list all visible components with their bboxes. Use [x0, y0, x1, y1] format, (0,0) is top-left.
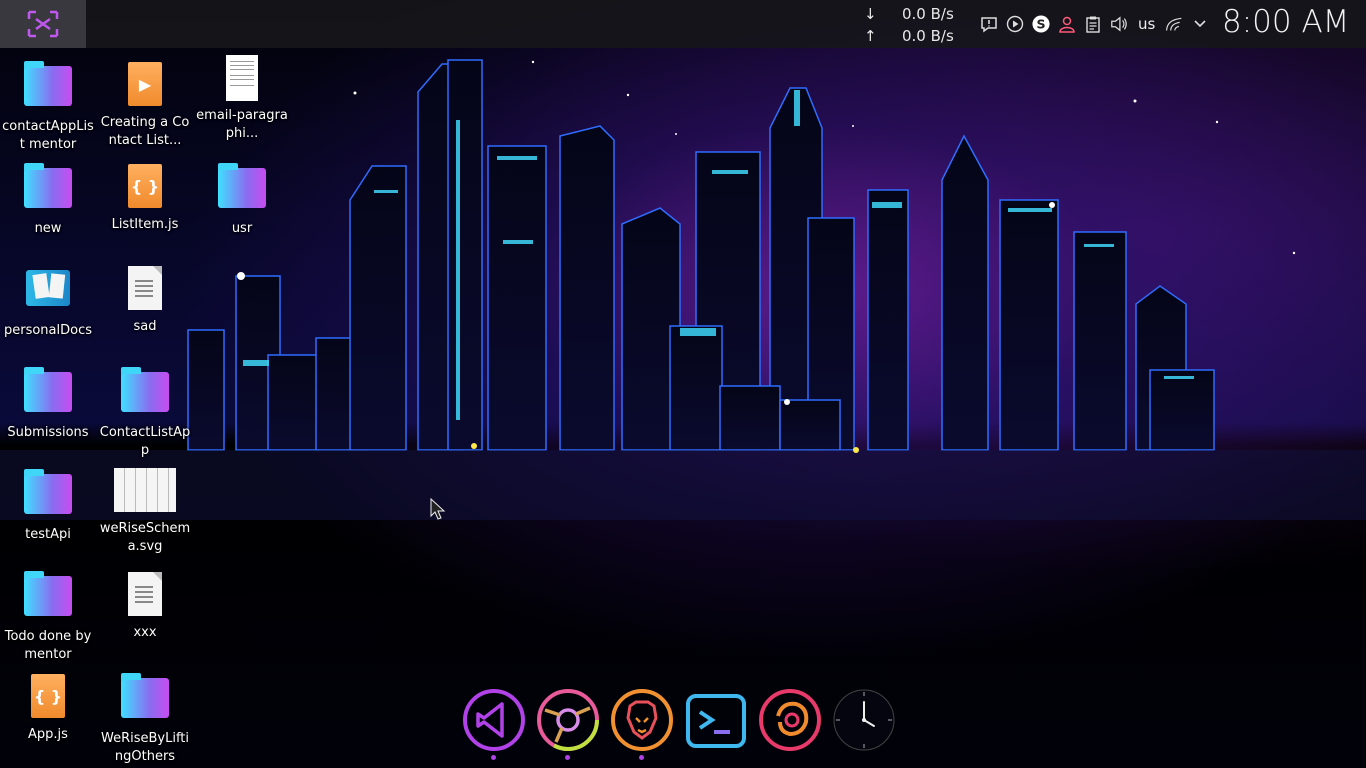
running-indicator — [565, 755, 570, 760]
desktop-item-sad[interactable]: sad — [97, 264, 193, 336]
desktop-item-label: xxx — [133, 625, 157, 640]
terminal-icon — [686, 694, 746, 748]
desktop-item-label: email-paragraphi... — [196, 108, 288, 141]
desktop-item-contactlistapp[interactable]: ContactListApp — [97, 366, 193, 460]
js-file-icon: { } — [24, 674, 72, 722]
desktop-item-email-paragraphi[interactable]: email-paragraphi... — [194, 55, 290, 143]
dock-item-terminal[interactable] — [684, 688, 748, 752]
dock-item-brave[interactable] — [610, 688, 674, 760]
desktop-item-testapi[interactable]: testApi — [0, 468, 96, 544]
desktop-item-submissions[interactable]: Submissions — [0, 366, 96, 442]
desktop-item-listitem-js[interactable]: { } ListItem.js — [97, 162, 193, 234]
network-speed-widget[interactable]: ↓ 0.0 B/s ↑ 0.0 B/s — [860, 3, 970, 47]
text-file-icon — [121, 572, 169, 620]
desktop-item-label: Creating a Contact List... — [100, 115, 190, 148]
running-indicator — [491, 755, 496, 760]
vscode-icon — [463, 689, 525, 751]
folder-icon — [121, 673, 169, 726]
media-player-icon[interactable] — [1006, 15, 1024, 33]
upload-arrow-icon: ↑ — [864, 27, 877, 45]
mouse-cursor-icon — [430, 498, 446, 520]
desktop-item-usr[interactable]: usr — [194, 162, 290, 238]
analog-clock-icon — [833, 689, 895, 751]
desktop-item-werisebyliftingothers[interactable]: WeRiseByLiftingOthers — [97, 672, 193, 766]
desktop-item-label: WeRiseByLiftingOthers — [100, 731, 190, 764]
desktop-item-label: Submissions — [7, 425, 89, 440]
desktop-item-label: personalDocs — [3, 323, 93, 338]
keyboard-layout-indicator[interactable]: us — [1138, 15, 1155, 33]
app-launcher-icon — [27, 10, 59, 38]
document-thumbnail-icon — [218, 55, 266, 103]
running-indicator — [639, 755, 644, 760]
desktop-item-werisechema-svg[interactable]: weRiseSchema.svg — [97, 468, 193, 556]
skype-icon[interactable]: S — [1032, 15, 1050, 33]
folder-icon — [218, 163, 266, 216]
app-launcher-button[interactable] — [0, 0, 86, 48]
svg-text:S: S — [1036, 17, 1045, 32]
desktop-item-label: testApi — [25, 527, 71, 542]
folder-icon — [24, 571, 72, 624]
dock-item-vscode[interactable] — [462, 688, 526, 760]
upload-speed: 0.0 B/s — [902, 27, 954, 45]
download-arrow-icon: ↓ — [864, 5, 877, 23]
chrome-icon — [537, 689, 599, 751]
folder-icon — [24, 469, 72, 522]
desktop-item-new[interactable]: new — [0, 162, 96, 238]
clipboard-icon[interactable] — [1084, 15, 1102, 33]
desktop-item-label: ListItem.js — [111, 217, 179, 232]
dock-item-chrome[interactable] — [536, 688, 600, 760]
desktop-item-label: ContactListApp — [99, 425, 191, 458]
desktop-item-xxx[interactable]: xxx — [97, 570, 193, 642]
notification-icon[interactable] — [980, 15, 998, 33]
video-file-icon: ▶ — [121, 62, 169, 110]
wifi-icon[interactable] — [1165, 15, 1183, 33]
dock-item-clock[interactable] — [832, 688, 896, 752]
js-file-icon: { } — [121, 164, 169, 212]
dock-item-firefox[interactable] — [758, 688, 822, 752]
user-icon[interactable] — [1058, 15, 1076, 33]
top-panel: ↓ 0.0 B/s ↑ 0.0 B/s S us 8:00 AM — [0, 0, 1366, 48]
desktop-item-label: weRiseSchema.svg — [99, 521, 191, 554]
folder-icon — [24, 61, 72, 114]
desktop-item-contactapplist-mentor[interactable]: contactAppList mentor — [0, 60, 96, 154]
desktop-item-personaldocs[interactable]: personalDocs — [0, 264, 96, 340]
folder-icon — [24, 163, 72, 216]
svg-file-icon — [114, 468, 176, 516]
firefox-icon — [759, 689, 821, 751]
desktop-item-app-js[interactable]: { } App.js — [0, 672, 96, 744]
digital-clock[interactable]: 8:00 AM — [1222, 4, 1349, 40]
folder-icon — [24, 367, 72, 420]
text-file-icon — [121, 266, 169, 314]
chevron-down-icon[interactable] — [1191, 15, 1209, 33]
desktop-item-label: Todo done by mentor — [4, 629, 92, 662]
folder-icon — [121, 367, 169, 420]
desktop-item-todo-done-by-mentor[interactable]: Todo done by mentor — [0, 570, 96, 664]
brave-icon — [611, 689, 673, 751]
desktop-item-creating-a-contact-list[interactable]: ▶ Creating a Contact List... — [97, 60, 193, 150]
volume-icon[interactable] — [1110, 15, 1128, 33]
dock — [462, 688, 896, 762]
download-speed: 0.0 B/s — [902, 5, 954, 23]
pictures-folder-icon — [24, 270, 72, 318]
desktop-item-label: sad — [133, 319, 157, 334]
desktop-item-label: usr — [231, 221, 253, 236]
system-tray: S us — [980, 10, 1209, 38]
desktop-item-label: App.js — [28, 727, 68, 742]
desktop-item-label: contactAppList mentor — [2, 119, 94, 152]
desktop-item-label: new — [34, 221, 62, 236]
